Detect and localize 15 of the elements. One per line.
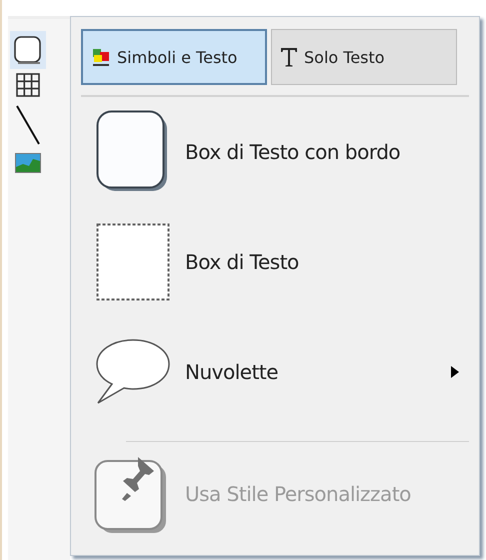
menu-item[interactable]: Nuvolette <box>81 317 469 427</box>
tab[interactable]: Solo Testo <box>271 29 457 85</box>
menu-item[interactable]: Box di Testo <box>81 207 469 317</box>
grid-icon <box>16 73 40 97</box>
letter-t-icon <box>280 47 298 67</box>
dotted-box-icon <box>96 223 170 301</box>
symbols-icon <box>91 47 111 67</box>
menu-item[interactable]: Box di Testo con bordo <box>81 97 469 207</box>
tab[interactable]: Simboli e Testo <box>81 29 267 85</box>
diagonal-line-icon <box>16 105 40 145</box>
landscape-icon <box>15 153 41 173</box>
submenu-arrow-icon <box>451 366 459 378</box>
rounded-square-icon <box>13 35 43 65</box>
tool-button[interactable] <box>10 31 46 69</box>
rounded-box-icon <box>96 110 170 194</box>
